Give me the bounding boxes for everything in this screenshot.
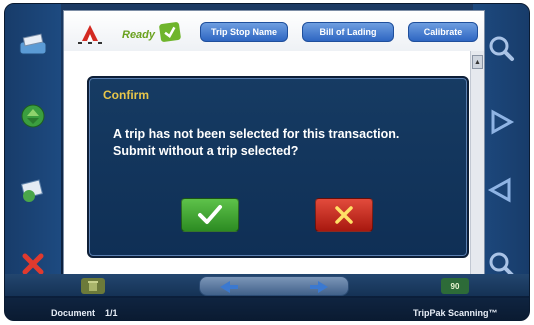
nav-left-icon[interactable]: [218, 280, 240, 294]
trash-icon: [88, 281, 98, 291]
company-logo: [78, 25, 102, 44]
left-rail: [5, 4, 61, 294]
arrow-right-icon: [491, 109, 515, 135]
check-icon: [198, 205, 222, 224]
status-footer: Document 1/1 TripPak Scanning™: [5, 298, 529, 320]
next-page-button[interactable]: [481, 102, 521, 142]
bill-of-lading-button[interactable]: Bill of Lading: [302, 22, 394, 42]
confirm-dialog: Confirm A trip has not been selected for…: [87, 76, 469, 258]
dialog-message: A trip has not been selected for this tr…: [113, 127, 400, 158]
trash-button[interactable]: [81, 278, 105, 294]
status-label: Ready: [122, 29, 156, 41]
zoom-badge: 90: [450, 281, 460, 291]
rotate-button[interactable]: 90: [441, 278, 469, 294]
confirm-no-button[interactable]: [315, 198, 373, 232]
app-name: TripPak Scanning™: [413, 308, 498, 318]
nav-right-icon[interactable]: [308, 280, 330, 294]
magnifier-icon: [489, 36, 514, 61]
dialog-title: Confirm: [103, 88, 149, 102]
previous-page-button[interactable]: [481, 170, 521, 210]
calibrate-button[interactable]: Calibrate: [408, 22, 478, 42]
device-frame: Ready Trip Stop Name Bill of Lading Cali…: [4, 3, 530, 321]
confirm-yes-button[interactable]: [181, 198, 239, 232]
document-stack-icon: [20, 179, 44, 202]
page-navigator: [199, 276, 349, 296]
recycle-icon: [21, 104, 45, 128]
document-view-button[interactable]: [13, 170, 53, 210]
recycle-button[interactable]: [13, 96, 53, 136]
ready-check-icon: [158, 21, 182, 43]
page-indicator: 1/1: [105, 308, 118, 318]
arrow-left-icon: [487, 177, 511, 203]
vertical-scrollbar[interactable]: ▲: [470, 51, 484, 277]
scanner-icon: [19, 33, 47, 55]
document-label: Document: [51, 308, 96, 318]
zoom-in-button[interactable]: [481, 28, 521, 68]
scan-document-button[interactable]: [13, 26, 53, 66]
scroll-up-icon[interactable]: ▲: [472, 55, 483, 69]
trip-stop-name-button[interactable]: Trip Stop Name: [200, 22, 288, 42]
top-toolbar: Ready Trip Stop Name Bill of Lading Cali…: [64, 11, 484, 51]
x-icon: [335, 206, 353, 224]
